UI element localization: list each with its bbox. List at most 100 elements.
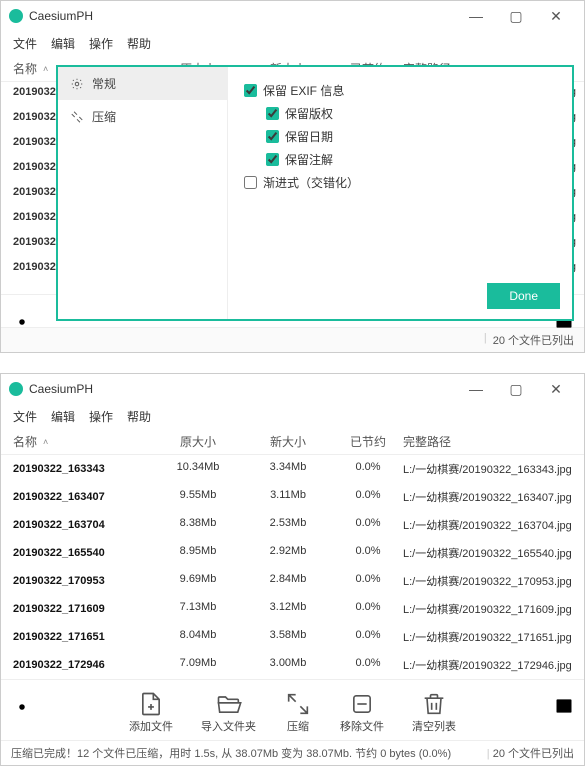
statusbar: | 20 个文件已列出 — [1, 327, 584, 352]
cell-full-path: L:/一幼棋赛/20190322_165540.jpg — [403, 545, 584, 561]
settings-button[interactable] — [11, 696, 33, 723]
col-saved-header[interactable]: 已节约 — [333, 433, 403, 450]
table-row[interactable]: 20190322_1655408.95Mb2.92Mb0.0%L:/一幼棋赛/2… — [1, 539, 584, 567]
cell-new-size: 3.58Mb — [243, 629, 333, 645]
table-row[interactable]: 20190322_1716518.04Mb3.58Mb0.0%L:/一幼棋赛/2… — [1, 623, 584, 651]
table-row-fragment[interactable]: 2019032 — [13, 111, 56, 123]
close-button[interactable]: ✕ — [536, 2, 576, 30]
cell-orig-size: 9.69Mb — [153, 573, 243, 589]
cell-saved: 0.0% — [333, 629, 403, 645]
settings-button[interactable] — [11, 311, 33, 338]
cell-full-path: L:/一幼棋赛/20190322_163704.jpg — [403, 517, 584, 533]
cell-full-path: L:/一幼棋赛/20190322_171651.jpg — [403, 629, 584, 645]
table-row-fragment[interactable]: 2019032 — [13, 236, 56, 248]
table-row-fragment[interactable]: 2019032 — [13, 161, 56, 173]
maximize-button[interactable]: ▢ — [496, 2, 536, 30]
cell-orig-size: 7.13Mb — [153, 601, 243, 617]
cell-full-path: L:/一幼棋赛/20190322_171609.jpg — [403, 601, 584, 617]
menubar: 文件 编辑 操作 帮助 — [1, 404, 584, 429]
settings-dialog: 常规 压缩 保留 EXIF 信息 保留版权 保留日期 保留注解 渐进式（交错化）… — [56, 65, 574, 321]
col-path-header[interactable]: 完整路径 — [403, 433, 584, 450]
menubar: 文件 编辑 操作 帮助 — [1, 31, 584, 56]
menu-edit[interactable]: 编辑 — [51, 408, 75, 425]
col-orig-header[interactable]: 原大小 — [153, 433, 243, 450]
col-name-header[interactable]: 名称 — [13, 433, 37, 450]
file-list: 20190322_16334310.34Mb3.34Mb0.0%L:/一幼棋赛/… — [1, 455, 584, 679]
table-row-fragment[interactable]: 2019032 — [13, 136, 56, 148]
col-new-header[interactable]: 新大小 — [243, 433, 333, 450]
statusbar: 压缩已完成！12 个文件已压缩，用时 1.5s, 从 38.07Mb 变为 38… — [1, 740, 584, 765]
cell-saved: 0.0% — [333, 657, 403, 673]
check-keep-copyright[interactable]: 保留版权 — [244, 102, 556, 125]
check-keep-comment[interactable]: 保留注解 — [244, 148, 556, 171]
tool-clear[interactable]: 清空列表 — [412, 690, 456, 734]
compress-icon — [70, 110, 84, 124]
check-keep-date[interactable]: 保留日期 — [244, 125, 556, 148]
settings-tab-general[interactable]: 常规 — [58, 67, 227, 100]
check-progressive[interactable]: 渐进式（交错化） — [244, 171, 556, 194]
compress-arrows-icon — [284, 690, 312, 718]
cell-name: 20190322_163407 — [13, 489, 153, 505]
status-file-count: 20 个文件已列出 — [493, 748, 574, 760]
cell-name: 20190322_171651 — [13, 629, 153, 645]
cell-saved: 0.0% — [333, 601, 403, 617]
tool-add-files[interactable]: 添加文件 — [129, 690, 173, 734]
table-row[interactable]: 20190322_1637048.38Mb2.53Mb0.0%L:/一幼棋赛/2… — [1, 511, 584, 539]
cell-orig-size: 7.09Mb — [153, 657, 243, 673]
gear-icon — [11, 311, 33, 333]
settings-tab-compress[interactable]: 压缩 — [58, 100, 227, 133]
cell-name: 20190322_170953 — [13, 573, 153, 589]
settings-tabs: 常规 压缩 — [58, 67, 228, 319]
cell-new-size: 2.84Mb — [243, 573, 333, 589]
table-row-fragment[interactable]: 2019032 — [13, 211, 56, 223]
menu-edit[interactable]: 编辑 — [51, 35, 75, 52]
table-row-fragment[interactable]: 2019032 — [13, 86, 56, 98]
tool-compress[interactable]: 压缩 — [284, 690, 312, 734]
cell-new-size: 3.12Mb — [243, 601, 333, 617]
cell-saved: 0.0% — [333, 489, 403, 505]
cell-saved: 0.0% — [333, 517, 403, 533]
sort-caret-icon: ˄ — [43, 64, 48, 74]
cell-saved: 0.0% — [333, 545, 403, 561]
settings-body: 保留 EXIF 信息 保留版权 保留日期 保留注解 渐进式（交错化） — [228, 67, 572, 319]
cell-full-path: L:/一幼棋赛/20190322_163343.jpg — [403, 461, 584, 477]
menu-help[interactable]: 帮助 — [127, 408, 151, 425]
titlebar: CaesiumPH — ▢ ✕ — [1, 374, 584, 404]
cell-full-path: L:/一幼棋赛/20190322_170953.jpg — [403, 573, 584, 589]
table-row[interactable]: 20190322_16334310.34Mb3.34Mb0.0%L:/一幼棋赛/… — [1, 455, 584, 483]
panel-icon — [554, 696, 574, 716]
window-bottom: CaesiumPH — ▢ ✕ 文件 编辑 操作 帮助 名称˄ 原大小 新大小 … — [0, 373, 585, 766]
menu-file[interactable]: 文件 — [13, 408, 37, 425]
cell-full-path: L:/一幼棋赛/20190322_172946.jpg — [403, 657, 584, 673]
table-row[interactable]: 20190322_1634079.55Mb3.11Mb0.0%L:/一幼棋赛/2… — [1, 483, 584, 511]
col-name-header[interactable]: 名称 — [13, 60, 37, 77]
menu-action[interactable]: 操作 — [89, 408, 113, 425]
table-row-fragment[interactable]: 2019032 — [13, 261, 56, 273]
sort-caret-icon: ˄ — [43, 437, 48, 447]
tool-import-folder[interactable]: 导入文件夹 — [201, 690, 256, 734]
minimize-button[interactable]: — — [456, 2, 496, 30]
trash-icon — [420, 690, 448, 718]
check-keep-exif[interactable]: 保留 EXIF 信息 — [244, 79, 556, 102]
table-row-fragment[interactable]: 2019032 — [13, 186, 56, 198]
menu-help[interactable]: 帮助 — [127, 35, 151, 52]
cell-orig-size: 8.38Mb — [153, 517, 243, 533]
app-title: CaesiumPH — [29, 382, 456, 396]
cell-new-size: 3.11Mb — [243, 489, 333, 505]
gear-icon — [11, 696, 33, 718]
gear-icon — [70, 77, 84, 91]
cell-orig-size: 10.34Mb — [153, 461, 243, 477]
table-row[interactable]: 20190322_1716097.13Mb3.12Mb0.0%L:/一幼棋赛/2… — [1, 595, 584, 623]
table-row[interactable]: 20190322_1729467.09Mb3.00Mb0.0%L:/一幼棋赛/2… — [1, 651, 584, 679]
table-row[interactable]: 20190322_1709539.69Mb2.84Mb0.0%L:/一幼棋赛/2… — [1, 567, 584, 595]
window-top: CaesiumPH — ▢ ✕ 文件 编辑 操作 帮助 名称˄ 原大小 新大小 … — [0, 0, 585, 353]
maximize-button[interactable]: ▢ — [496, 375, 536, 403]
toolbar: 添加文件 导入文件夹 压缩 移除文件 清空列表 — [1, 679, 584, 740]
menu-action[interactable]: 操作 — [89, 35, 113, 52]
minimize-button[interactable]: — — [456, 375, 496, 403]
close-button[interactable]: ✕ — [536, 375, 576, 403]
tool-remove[interactable]: 移除文件 — [340, 690, 384, 734]
done-button[interactable]: Done — [487, 283, 560, 309]
menu-file[interactable]: 文件 — [13, 35, 37, 52]
side-panel-toggle[interactable] — [554, 696, 574, 721]
